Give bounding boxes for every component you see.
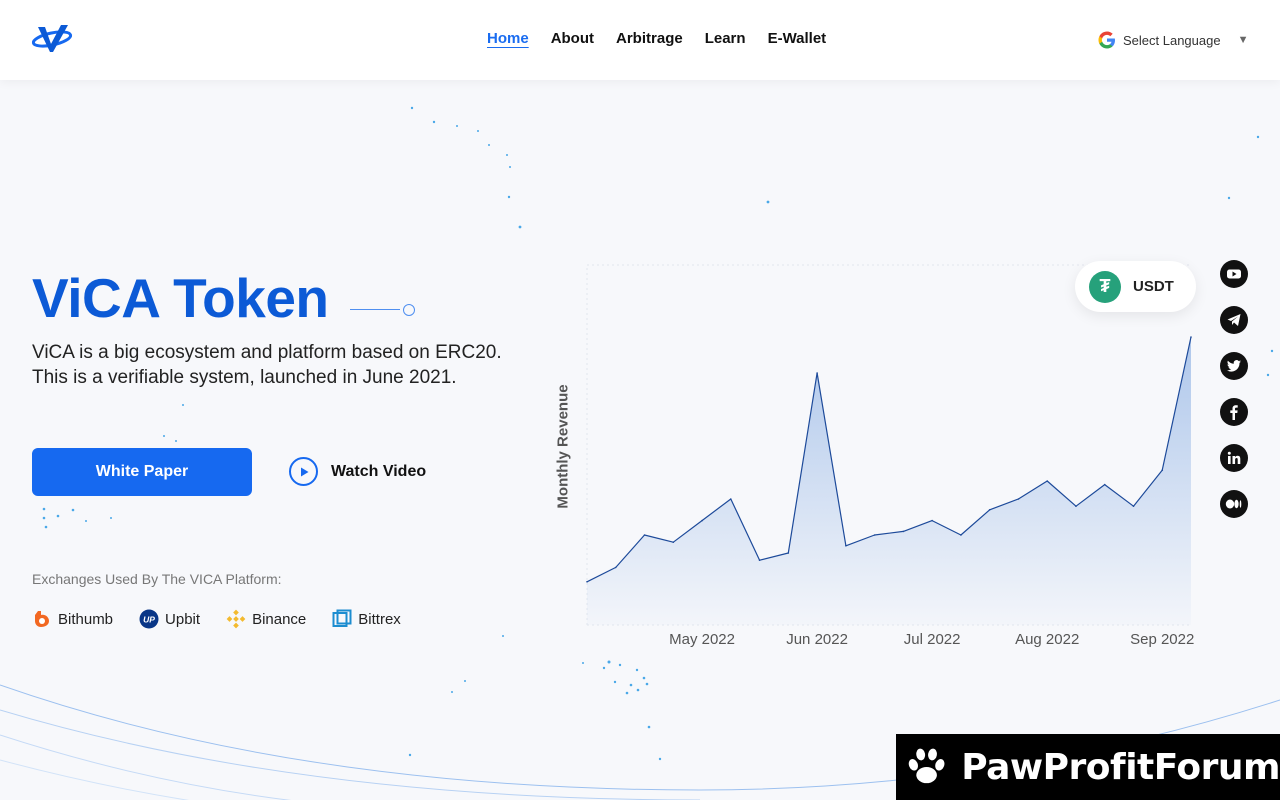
hero-description: ViCA is a big ecosystem and platform bas… [32,340,532,390]
exchange-name: Bittrex [358,610,401,628]
binance-icon [226,609,246,629]
chart-x-tick-label: May 2022 [669,631,735,648]
nav-home[interactable]: Home [487,30,529,47]
chart-data-point [960,534,962,536]
vica-logo[interactable] [30,22,74,58]
chart-data-point [758,559,761,561]
chart-data-point [931,519,933,522]
chart-data-point [845,545,847,547]
nav-about[interactable]: About [551,30,594,47]
chart-x-tick-label: Sep 2022 [1130,631,1194,648]
chart-data-point [1103,483,1106,486]
nav-e-wallet[interactable]: E-Wallet [768,30,827,47]
exchange-name: Bithumb [58,610,114,628]
title-decor-line [350,309,400,310]
chart-data-point [902,530,905,533]
nav-arbitrage[interactable]: Arbitrage [616,30,683,47]
site-header: Home About Arbitrage Learn E-Wallet Sele… [0,0,1280,80]
chart-x-tick-label: Aug 2022 [1015,631,1079,648]
bittrex-icon [332,609,352,627]
chart-x-tick-label: Jun 2022 [786,631,848,648]
exchanges-label: Exchanges Used By The VICA Platform: [32,571,282,587]
chart-data-point [701,519,703,522]
hero-description-line-1: ViCA is a big ecosystem and platform bas… [32,342,502,363]
google-icon [1098,31,1115,49]
upbit-icon: UP [139,609,159,629]
social-links [1220,260,1248,518]
exchange-bithumb[interactable]: Bithumb [32,609,113,629]
revenue-chart-svg: May 2022 Jun 2022 Jul 2022 Aug 2022 Sep 2022 [586,264,1194,648]
chart-data-point [643,534,646,536]
language-selector[interactable]: Select Language ▼ [1098,31,1248,49]
chart-data-point [1075,505,1077,507]
chart-data-point [730,498,732,500]
chart-data-point [1046,480,1048,482]
chart-data-point [787,552,790,554]
language-label: Select Language [1123,32,1221,48]
facebook-icon[interactable] [1220,398,1248,426]
watch-video-button[interactable]: Watch Video [289,457,426,486]
chart-data-point [1132,505,1135,507]
hero-description-line-2: This is a verifiable system, launched in… [32,367,457,388]
chart-data-point [614,566,617,569]
usdt-label: USDT [1133,278,1174,295]
exchange-binance[interactable]: Binance [226,609,306,629]
chart-data-point [988,509,991,511]
linkedin-icon[interactable] [1220,444,1248,472]
chart-data-point [1190,336,1192,338]
svg-text:UP: UP [143,615,155,625]
exchange-name: Binance [252,610,307,628]
play-icon [289,457,318,486]
revenue-chart: May 2022 Jun 2022 Jul 2022 Aug 2022 Sep 2022 [550,250,1210,670]
chart-data-point [586,581,588,583]
paw-icon [908,748,945,784]
exchanges-list: Bithumb UP Upbit Binance Bittrex [32,609,401,629]
exchange-name: Upbit [165,610,201,628]
chart-area-fill [587,337,1191,625]
hero-title: ViCA Token [32,267,329,329]
white-paper-button[interactable]: White Paper [32,448,252,496]
chevron-down-icon: ▼ [1237,34,1249,46]
medium-icon[interactable] [1220,490,1248,518]
tether-icon: ₮ [1089,270,1121,303]
usdt-badge[interactable]: ₮ USDT [1075,261,1196,312]
chart-data-point [816,372,818,374]
watch-video-label: Watch Video [331,462,427,480]
nav-learn[interactable]: Learn [705,30,746,47]
exchange-upbit[interactable]: UP Upbit [139,609,200,629]
bithumb-icon [35,611,49,627]
exchange-bittrex[interactable]: Bittrex [332,609,401,629]
main-nav: Home About Arbitrage Learn E-Wallet [487,30,826,47]
chart-data-point [873,534,876,536]
chart-data-point [1017,498,1020,500]
chart-data-point [1161,469,1164,471]
youtube-icon[interactable] [1220,260,1248,288]
watermark-text: PawProfitForum [961,746,1280,788]
telegram-icon[interactable] [1220,306,1248,334]
chart-data-point [672,541,675,543]
watermark: PawProfitForum [896,734,1280,800]
title-decor-dot [403,304,415,316]
chart-x-tick-label: Jul 2022 [904,631,961,648]
twitter-icon[interactable] [1220,352,1248,380]
